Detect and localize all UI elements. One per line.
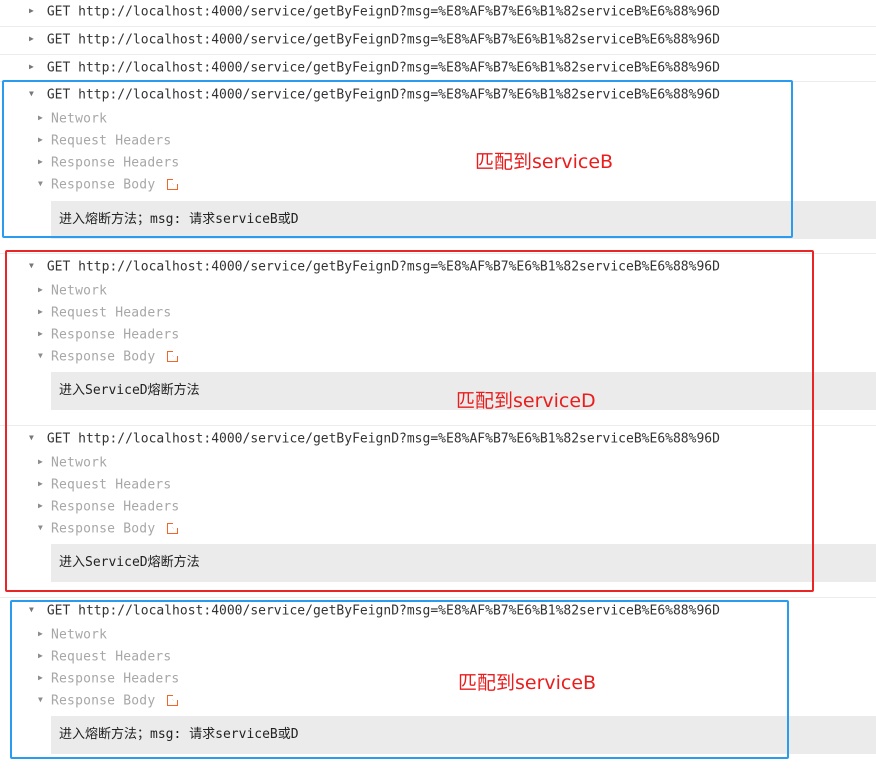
divider — [0, 597, 876, 598]
annotation-label: 匹配到serviceD — [456, 390, 596, 412]
highlight-frame-red — [5, 250, 814, 592]
request-url: http://localhost:4000/service/getByFeign… — [78, 4, 720, 20]
annotation-label: 匹配到serviceB — [458, 672, 597, 694]
highlight-frame-blue — [2, 80, 793, 238]
request-method: GET — [46, 60, 71, 76]
divider — [0, 26, 876, 27]
divider — [0, 54, 876, 55]
request-row-collapsed[interactable]: ▶ GET http://localhost:4000/service/getB… — [29, 57, 720, 79]
triangle-right-icon: ▶ — [29, 34, 34, 43]
request-url: http://localhost:4000/service/getByFeign… — [78, 32, 720, 48]
request-row-collapsed[interactable]: ▶ GET http://localhost:4000/service/getB… — [29, 1, 720, 23]
highlight-frame-blue — [10, 600, 789, 759]
triangle-right-icon: ▶ — [29, 6, 34, 15]
request-row-collapsed[interactable]: ▶ GET http://localhost:4000/service/getB… — [29, 29, 720, 51]
triangle-right-icon: ▶ — [29, 62, 34, 71]
request-url: http://localhost:4000/service/getByFeign… — [78, 60, 720, 76]
annotation-label: 匹配到serviceB — [475, 151, 614, 173]
request-method: GET — [46, 32, 71, 48]
request-method: GET — [46, 4, 71, 20]
